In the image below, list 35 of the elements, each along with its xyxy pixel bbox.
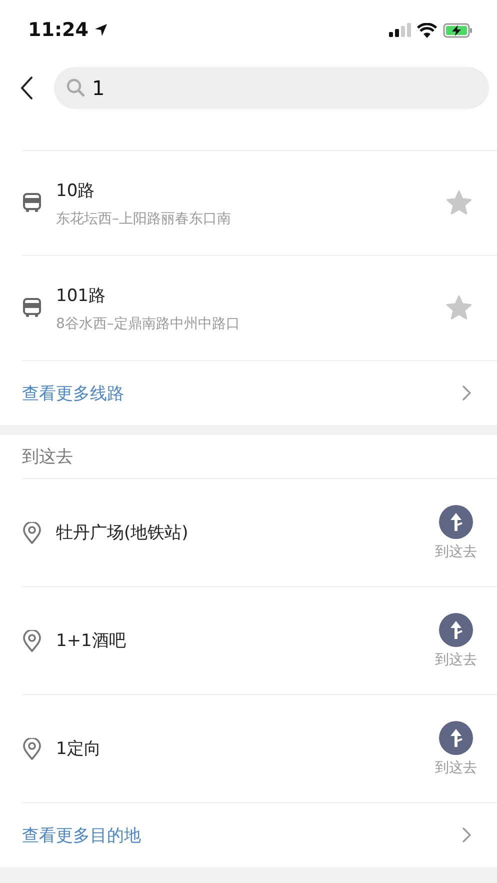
location-arrow-icon bbox=[94, 23, 108, 37]
direction-icon bbox=[439, 720, 473, 754]
direction-icon bbox=[439, 612, 473, 646]
search-icon bbox=[66, 78, 86, 98]
wifi-icon bbox=[417, 22, 437, 38]
location-pin-icon bbox=[22, 522, 42, 544]
place-item[interactable]: 1+1酒吧 到这去 bbox=[22, 586, 497, 694]
favorite-star-icon[interactable] bbox=[445, 189, 473, 217]
place-name: 牡丹广场(地铁站) bbox=[56, 522, 190, 544]
favorite-star-icon[interactable] bbox=[445, 294, 473, 322]
route-item[interactable]: 101路 8谷水西–定鼎南路中州中路口 bbox=[22, 255, 497, 360]
place-item[interactable]: 1定向 到这去 bbox=[22, 694, 497, 802]
route-stops: 8谷水西–定鼎南路中州中路口 bbox=[56, 314, 241, 332]
battery-charging-icon bbox=[443, 22, 473, 38]
back-icon[interactable] bbox=[20, 76, 34, 100]
location-pin-icon bbox=[22, 738, 42, 760]
more-destinations-link[interactable]: 查看更多目的地 bbox=[22, 802, 497, 867]
chevron-right-icon bbox=[462, 827, 471, 843]
signal-icon bbox=[389, 23, 411, 37]
bus-icon bbox=[22, 298, 42, 318]
direction-icon bbox=[439, 504, 473, 538]
more-routes-link[interactable]: 查看更多线路 bbox=[22, 360, 497, 425]
section-title: 到这去 bbox=[22, 446, 74, 469]
place-item[interactable]: 牡丹广场(地铁站) 到这去 bbox=[22, 478, 497, 586]
route-stops: 东花坛西–上阳路丽春东口南 bbox=[56, 210, 232, 228]
route-name: 101路 bbox=[56, 284, 106, 306]
place-name: 1定向 bbox=[56, 738, 102, 760]
bus-icon bbox=[22, 193, 42, 213]
route-name: 10路 bbox=[56, 180, 96, 202]
chevron-right-icon bbox=[462, 385, 471, 401]
route-item[interactable]: 10路 东花坛西–上阳路丽春东口南 bbox=[22, 150, 497, 255]
status-time: 11:24 bbox=[28, 19, 88, 41]
search-field[interactable]: 1 bbox=[54, 67, 489, 109]
location-pin-icon bbox=[22, 630, 42, 652]
place-name: 1+1酒吧 bbox=[56, 630, 127, 652]
